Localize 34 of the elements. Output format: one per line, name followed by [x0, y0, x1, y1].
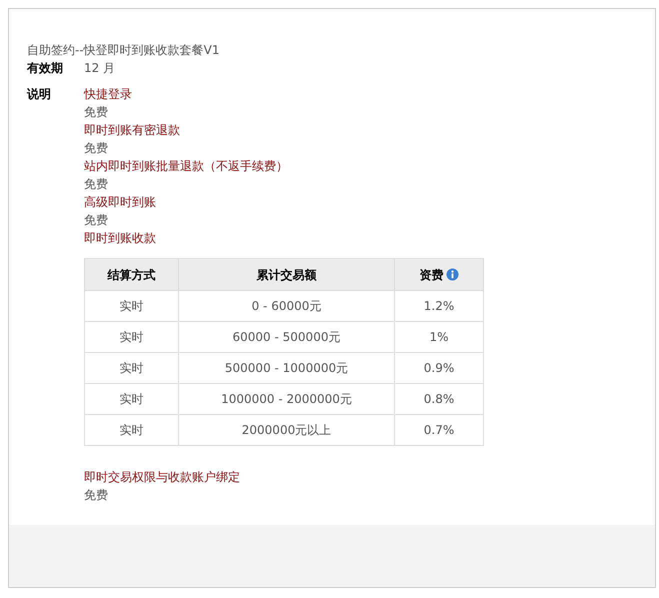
- service-name: 即时交易权限与收款账户绑定: [84, 469, 241, 486]
- table-cell: 实时: [84, 352, 178, 384]
- service-price: 免费: [84, 140, 109, 157]
- table-cell: 实时: [84, 414, 178, 446]
- table-cell: 0.7%: [394, 414, 484, 446]
- field-label: 有效期: [27, 60, 64, 77]
- service-name: 即时到账收款: [84, 230, 157, 247]
- service-price: 免费: [84, 487, 109, 504]
- validity-value: 12 月: [84, 60, 116, 77]
- table-cell: 60000 - 500000元: [178, 322, 394, 352]
- service-name: 即时到账有密退款: [84, 122, 181, 139]
- table-cell: 2000000元以上: [178, 414, 394, 446]
- service-name: 站内即时到账批量退款（不返手续费）: [84, 158, 289, 175]
- service-price: 免费: [84, 212, 109, 229]
- table-cell: 0.9%: [394, 352, 484, 384]
- info-icon[interactable]: [446, 268, 458, 281]
- column-header: 资费: [394, 258, 484, 290]
- package-title: 自助签约--快登即时到账收款套餐V1: [27, 42, 221, 59]
- table-cell: 0 - 60000元: [178, 290, 394, 322]
- service-name: 快捷登录: [84, 86, 133, 103]
- table-cell: 0.8%: [394, 384, 484, 414]
- table-cell: 实时: [84, 384, 178, 414]
- service-name: 高级即时到账: [84, 194, 157, 211]
- table-cell: 500000 - 1000000元: [178, 352, 394, 384]
- column-header: 累计交易额: [178, 258, 394, 290]
- column-header: 结算方式: [84, 258, 178, 290]
- service-price: 免费: [84, 104, 109, 121]
- table-cell: 实时: [84, 322, 178, 352]
- table-cell: 1.2%: [394, 290, 484, 322]
- table-cell: 实时: [84, 290, 178, 322]
- field-label: 说明: [27, 86, 52, 103]
- service-price: 免费: [84, 176, 109, 193]
- table-cell: 1000000 - 2000000元: [178, 384, 394, 414]
- table-cell: 1%: [394, 322, 484, 352]
